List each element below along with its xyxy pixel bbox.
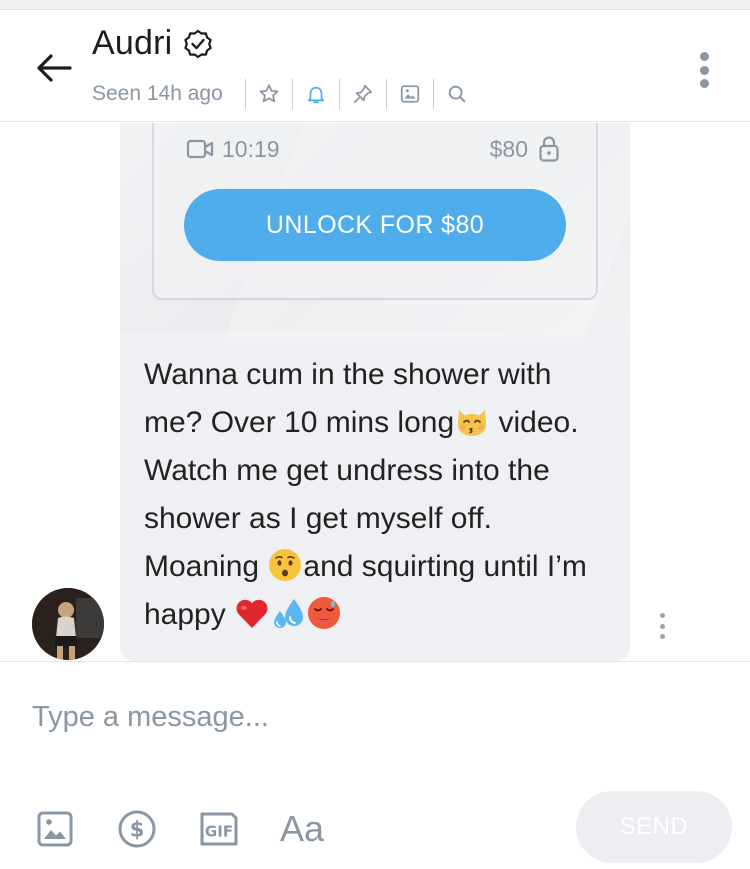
divider bbox=[432, 79, 434, 109]
contact-name[interactable]: Audri bbox=[92, 24, 172, 63]
chat-header: Audri Seen 14h ago bbox=[0, 10, 750, 122]
kissing-cat-emoji bbox=[458, 410, 487, 436]
dot bbox=[699, 65, 709, 75]
search-icon[interactable] bbox=[444, 81, 470, 107]
verified-badge-icon bbox=[182, 28, 214, 60]
video-camera-icon bbox=[186, 139, 214, 159]
last-seen-text: Seen 14h ago bbox=[92, 82, 223, 105]
message-text: Wanna cum in the shower with me? Over 10… bbox=[144, 351, 614, 639]
price-text: $80 bbox=[489, 135, 528, 162]
video-duration: 10:19 bbox=[186, 136, 280, 163]
more-options-button[interactable] bbox=[692, 50, 716, 90]
media-info-row: 10:19 $80 bbox=[186, 135, 560, 163]
hushed-face-emoji bbox=[269, 549, 302, 581]
svg-text:$: $ bbox=[130, 818, 145, 842]
arrow-left-icon bbox=[37, 54, 72, 82]
dot bbox=[659, 634, 665, 639]
message-thread[interactable]: 10:19 $80 UNLOCK FOR $80 Wanna cum in th… bbox=[0, 123, 750, 661]
lock-icon bbox=[539, 136, 559, 162]
locked-media-preview: 10:19 $80 UNLOCK FOR $80 bbox=[120, 123, 630, 332]
dot bbox=[659, 623, 665, 629]
duration-text: 10:19 bbox=[222, 135, 280, 162]
avatar[interactable] bbox=[32, 588, 104, 660]
message-composer: $ GIF Aa SEND bbox=[0, 661, 750, 869]
contact-status-row: Seen 14h ago bbox=[92, 76, 470, 112]
dot bbox=[699, 79, 709, 88]
dot bbox=[699, 52, 709, 61]
divider bbox=[385, 79, 387, 109]
message-input[interactable] bbox=[32, 692, 712, 742]
gif-icon[interactable]: GIF bbox=[198, 808, 240, 850]
sweat-droplets-emoji bbox=[274, 599, 304, 628]
unlock-button[interactable]: UNLOCK FOR $80 bbox=[184, 189, 566, 261]
divider bbox=[338, 79, 340, 109]
svg-text:GIF: GIF bbox=[205, 823, 233, 841]
hot-face-emoji bbox=[308, 597, 341, 629]
dot bbox=[659, 613, 665, 618]
pin-icon[interactable] bbox=[350, 81, 376, 107]
text-format-button[interactable]: Aa bbox=[280, 808, 324, 850]
contact-name-row: Audri bbox=[92, 24, 214, 63]
message-options-button[interactable] bbox=[656, 613, 668, 639]
red-heart-emoji bbox=[236, 599, 268, 628]
back-button[interactable] bbox=[30, 46, 78, 90]
star-icon[interactable] bbox=[256, 81, 282, 107]
top-edge bbox=[0, 0, 750, 10]
message-bubble: 10:19 $80 UNLOCK FOR $80 Wanna cum in th… bbox=[120, 123, 630, 661]
divider bbox=[244, 79, 246, 109]
divider bbox=[291, 79, 293, 109]
image-icon[interactable] bbox=[397, 81, 423, 107]
tip-dollar-icon[interactable]: $ bbox=[116, 808, 158, 850]
bell-icon[interactable] bbox=[303, 81, 329, 107]
send-button[interactable]: SEND bbox=[576, 791, 732, 863]
locked-media-card: 10:19 $80 UNLOCK FOR $80 bbox=[152, 123, 598, 300]
avatar-photo bbox=[32, 588, 104, 660]
add-image-icon[interactable] bbox=[34, 808, 76, 850]
media-price: $80 bbox=[490, 135, 560, 163]
composer-toolbar: $ GIF Aa bbox=[34, 808, 324, 850]
